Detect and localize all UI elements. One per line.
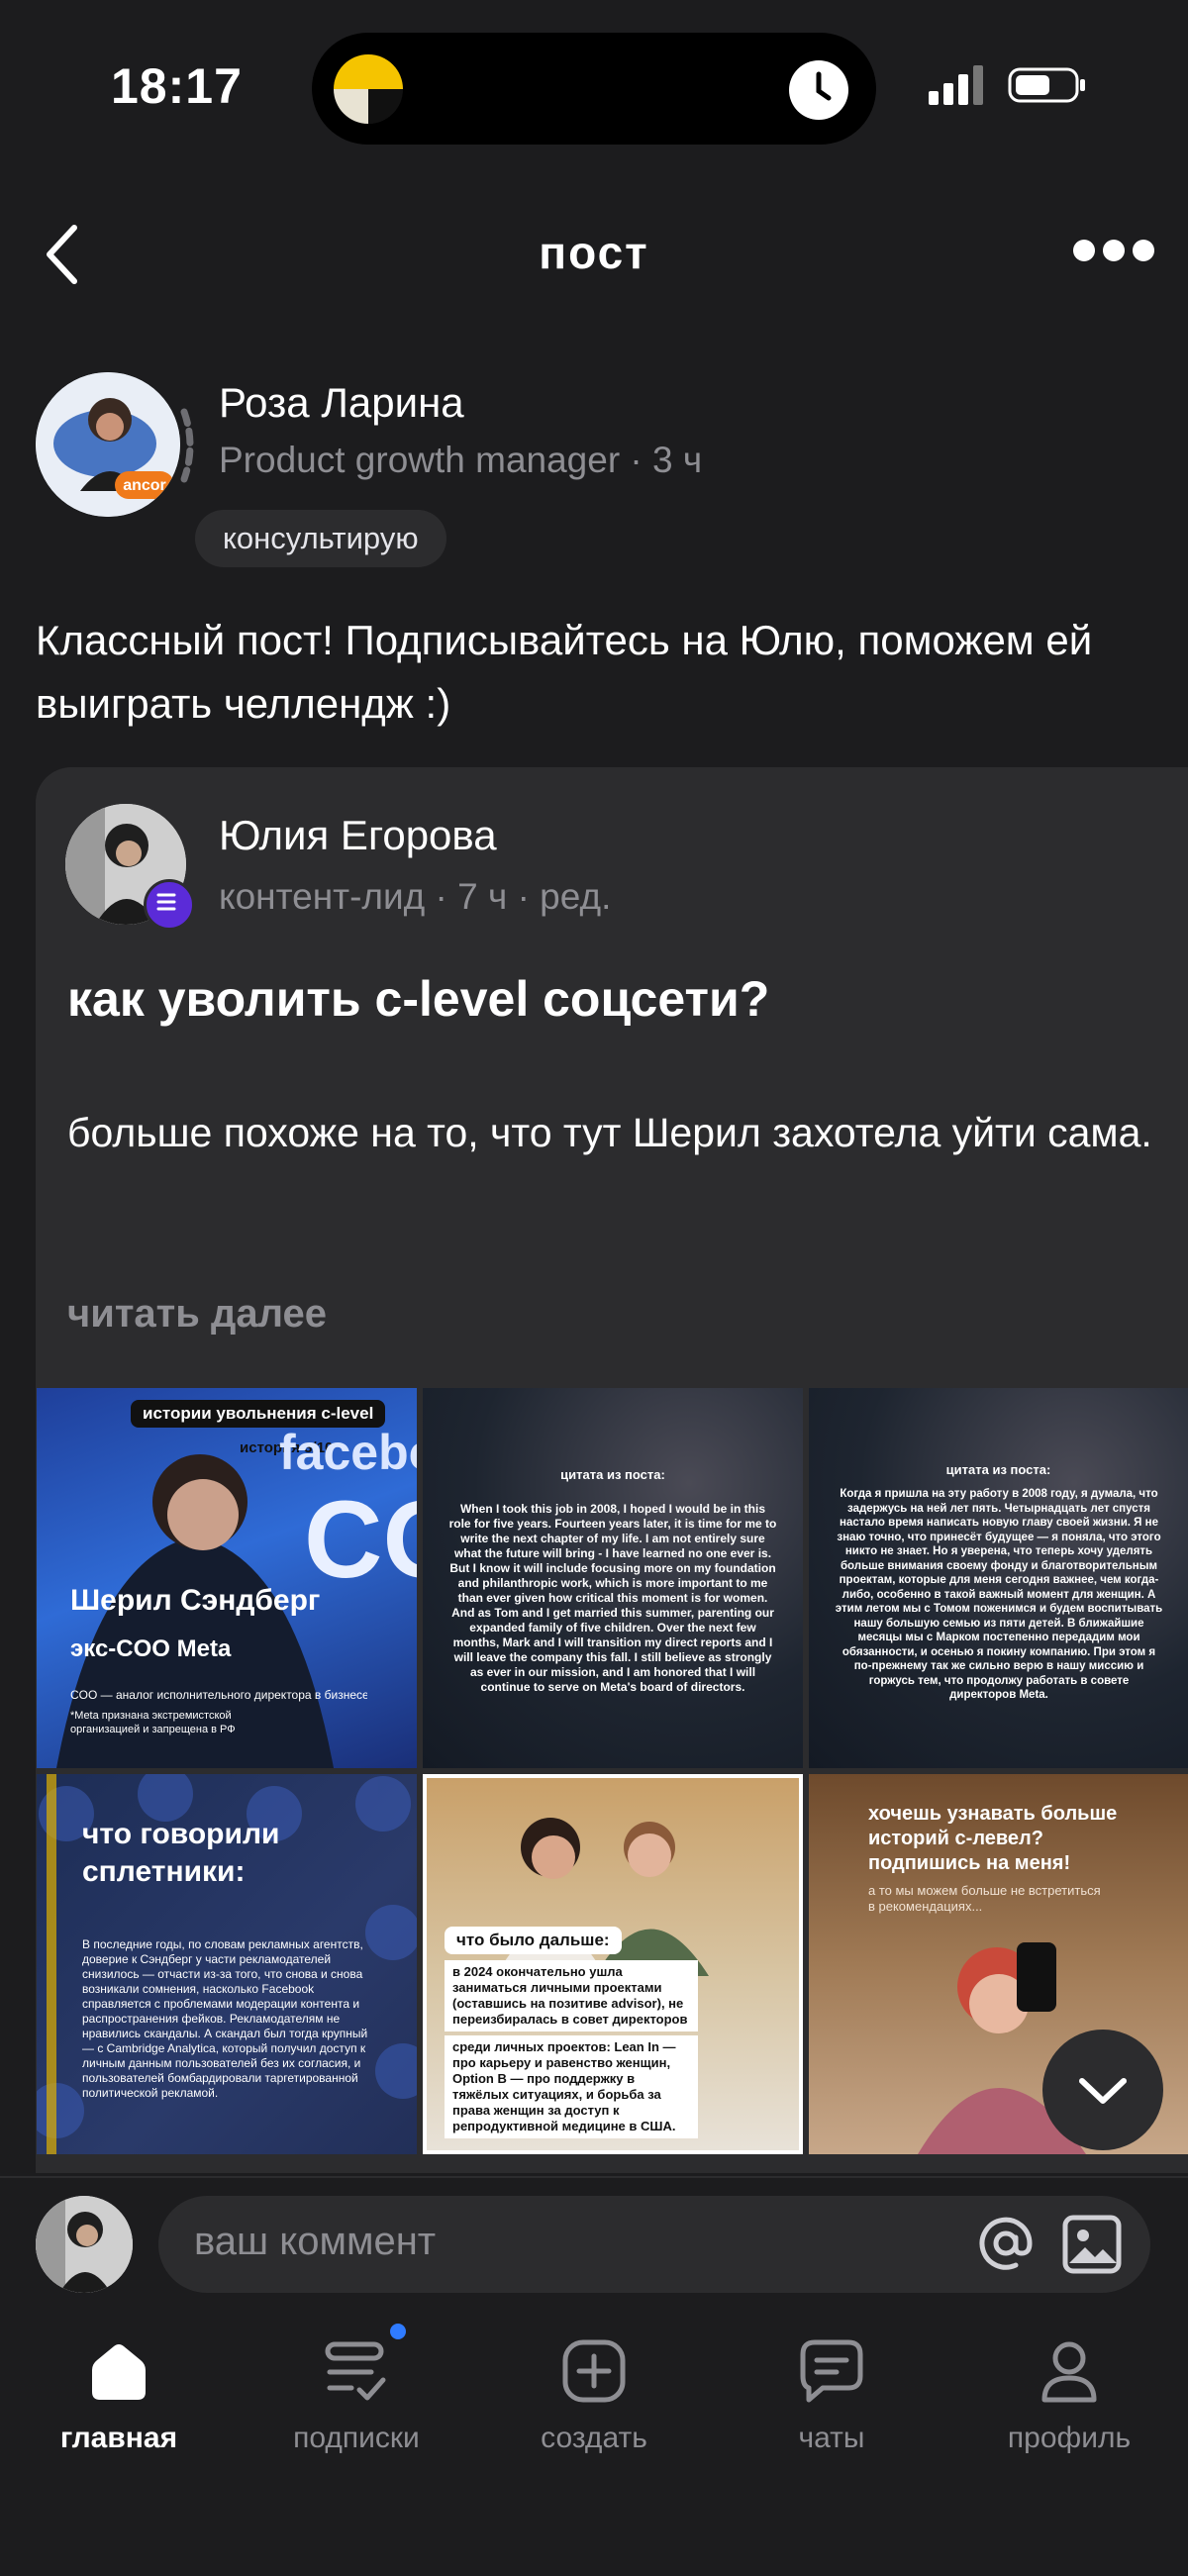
page-title: пост xyxy=(539,227,649,278)
app-activity-icon xyxy=(334,54,403,124)
signal-icon xyxy=(929,65,983,105)
tile2-label: цитата из поста: xyxy=(560,1467,665,1482)
tile5-p1: в 2024 окончательно ушла заниматься личн… xyxy=(445,1960,698,2031)
clock-icon xyxy=(789,60,848,120)
tab-home[interactable]: главная xyxy=(0,2336,238,2455)
image-tile-5[interactable]: что было дальше: в 2024 окончательно ушл… xyxy=(423,1774,803,2154)
tab-label: чаты xyxy=(798,2422,865,2454)
image-tile-3[interactable]: цитата из поста: Когда я пришла на эту р… xyxy=(809,1388,1188,1768)
tile3-label: цитата из поста: xyxy=(945,1462,1051,1477)
repost-text: больше похоже на то, что тут Шерил захот… xyxy=(67,1110,1152,1155)
tile3-quote: Когда я пришла на эту работу в 2008 году… xyxy=(835,1488,1163,1701)
image-tile-4[interactable]: что говорили сплетники: В последние годы… xyxy=(37,1774,417,2154)
tile5-label: что было дальше: xyxy=(445,1927,622,1954)
profile-icon xyxy=(1041,2341,1097,2403)
home-icon xyxy=(92,2344,146,2400)
tab-label: создать xyxy=(541,2422,647,2454)
image-tile-2[interactable]: цитата из поста: When I took this job in… xyxy=(423,1388,803,1768)
battery-icon xyxy=(1008,67,1085,103)
repost-title: как уволить c-level соцсети? xyxy=(67,971,770,1027)
tab-label: главная xyxy=(59,2422,178,2454)
tile6-heading: хочешь узнавать больше историй c-левел? … xyxy=(868,1803,1118,1874)
image-attach-icon[interactable] xyxy=(1061,2214,1123,2275)
comment-placeholder: ваш коммент xyxy=(194,2220,437,2263)
image-tile-1[interactable]: истории увольнения c-level история 3/10 … xyxy=(37,1388,417,1768)
status-badge: консультирую xyxy=(195,510,446,567)
divider xyxy=(0,2176,1188,2178)
tile4-body: В последние годы, по словам рекламных аг… xyxy=(82,1937,368,2100)
tab-chats[interactable]: чаты xyxy=(713,2336,950,2455)
author-name[interactable]: Роза Ларина xyxy=(219,379,464,427)
tile6-sub: а то мы можем больше не встретиться в ре… xyxy=(868,1883,1101,1914)
tile4-heading: что говорили сплетники: xyxy=(82,1818,280,1888)
chat-icon xyxy=(800,2339,863,2403)
status-time: 18:17 xyxy=(111,58,243,114)
create-plus-icon xyxy=(562,2339,626,2403)
tile2-quote: When I took this job in 2008, I hoped I … xyxy=(448,1502,777,1694)
repost-author-meta: контент-лид · 7 ч · ред. xyxy=(219,876,612,917)
post-text: Классный пост! Подписывайтесь на Юлю, по… xyxy=(36,617,1093,727)
current-user-avatar xyxy=(36,2196,133,2293)
read-more-link[interactable]: читать далее xyxy=(67,1292,327,1337)
repost-author-name[interactable]: Юлия Егорова xyxy=(219,812,497,859)
tile1-note2: *Meta признана экстремистской организаци… xyxy=(70,1710,236,1735)
svg-text:ancor: ancor xyxy=(123,477,166,494)
tile1-role: экс-COO Meta xyxy=(70,1635,232,1662)
tab-label: подписки xyxy=(293,2422,420,2454)
tab-subscriptions[interactable]: подписки xyxy=(238,2336,475,2455)
tab-create[interactable]: создать xyxy=(475,2336,713,2455)
subscriptions-icon xyxy=(325,2341,386,2401)
tile5-p2: среди личных проектов: Lean In — про кар… xyxy=(445,2035,698,2138)
dynamic-island xyxy=(312,33,876,145)
tile1-name: Шерил Сэндберг xyxy=(70,1584,321,1617)
tile1-big: COM xyxy=(304,1479,417,1601)
chevron-down-icon xyxy=(1079,2078,1127,2104)
mention-icon[interactable] xyxy=(976,2214,1036,2273)
scroll-down-button[interactable] xyxy=(1042,2030,1163,2150)
story-ring-icon xyxy=(180,408,194,483)
tab-label: профиль xyxy=(1007,2422,1132,2454)
author-meta: Product growth manager · 3 ч xyxy=(219,440,703,480)
more-dots-icon[interactable] xyxy=(1069,240,1158,269)
tile1-brand: facebook xyxy=(279,1425,417,1480)
tile1-note1: COO — аналог исполнительного директора в… xyxy=(70,1688,367,1702)
author-avatar[interactable]: ancor xyxy=(36,372,180,517)
tab-profile[interactable]: профиль xyxy=(950,2336,1188,2455)
verified-badge-icon xyxy=(144,879,195,931)
